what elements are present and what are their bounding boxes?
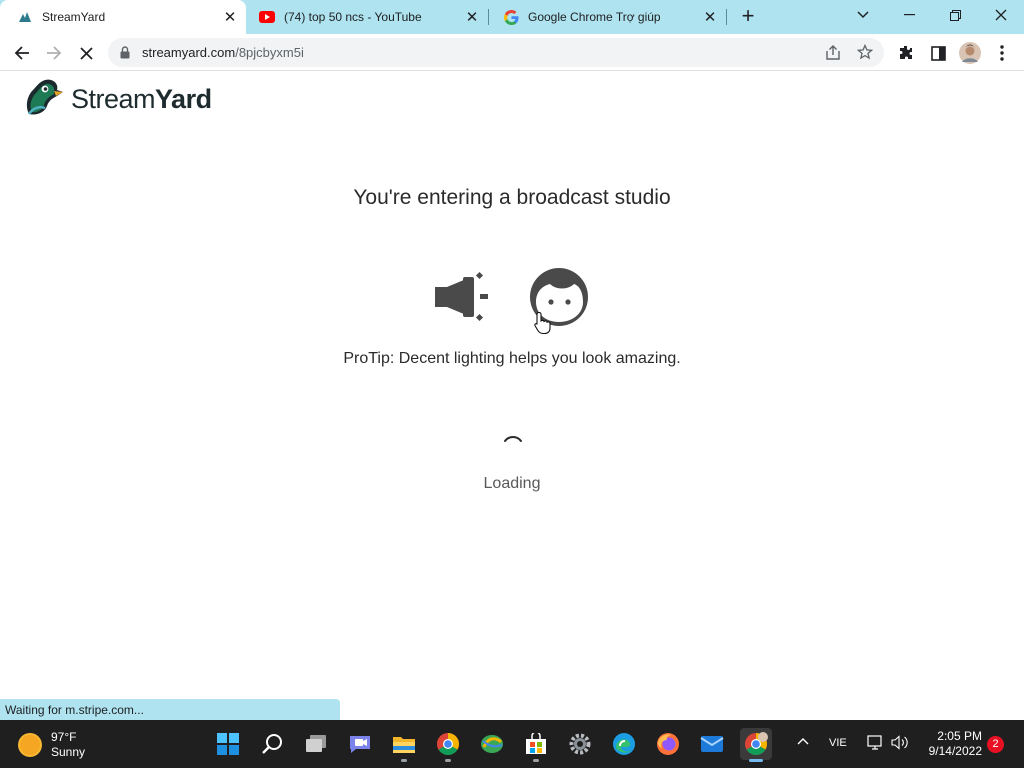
back-icon[interactable] — [9, 40, 35, 66]
input-language[interactable]: VIE — [829, 737, 847, 749]
youtube-icon — [259, 9, 275, 25]
windows-start-icon[interactable] — [212, 728, 244, 760]
weather-temperature: 97°F — [51, 730, 77, 744]
bookmark-star-icon[interactable] — [856, 43, 874, 65]
new-tab-button[interactable]: + — [737, 5, 759, 28]
light-bulb-lamp-icon — [433, 271, 497, 328]
clock-time: 2:05 PM — [937, 729, 982, 743]
file-explorer-icon[interactable] — [388, 728, 420, 762]
weather-widget[interactable]: 97°F Sunny — [20, 730, 85, 760]
duck-logo-icon — [23, 78, 65, 121]
forward-icon[interactable] — [41, 40, 67, 66]
tab-strip: StreamYard ✕ (74) top 50 ncs - YouTube ✕… — [0, 0, 1024, 34]
sunny-weather-icon — [20, 735, 40, 755]
network-icon[interactable] — [867, 735, 884, 753]
streamyard-icon — [17, 9, 33, 25]
chrome-icon[interactable] — [432, 728, 464, 762]
close-tab-icon[interactable]: ✕ — [221, 8, 239, 26]
menu-kebab-icon[interactable] — [989, 40, 1015, 66]
address-bar[interactable]: streamyard.com/8pjcbyxm5i — [108, 38, 884, 67]
google-icon — [503, 9, 519, 25]
streamyard-logo[interactable]: StreamYard — [23, 78, 212, 121]
close-window-icon[interactable] — [978, 0, 1024, 30]
tab-streamyard[interactable]: StreamYard ✕ — [0, 0, 246, 34]
search-icon[interactable] — [256, 728, 288, 760]
weather-description: Sunny — [51, 745, 86, 759]
logo-text: StreamYard — [71, 83, 212, 114]
taskbar-clock[interactable]: 2:05 PM 9/14/2022 — [918, 729, 982, 759]
tab-chrome-help[interactable]: Google Chrome Trợ giúp ✕ — [486, 0, 726, 34]
tab-separator — [726, 9, 727, 25]
tab-youtube[interactable]: (74) top 50 ncs - YouTube ✕ — [242, 0, 488, 34]
hand-cursor-icon — [533, 311, 553, 340]
settings-icon[interactable] — [564, 728, 596, 760]
close-tab-icon[interactable]: ✕ — [463, 8, 481, 26]
teams-chat-icon[interactable] — [344, 728, 376, 760]
mail-icon[interactable] — [696, 728, 728, 760]
tab-title: StreamYard — [42, 10, 106, 24]
tip-illustration — [433, 266, 593, 328]
side-panel-icon[interactable] — [925, 40, 951, 66]
windows-taskbar: 97°F Sunny VIE 2:05 PM 9/14/2022 — [0, 720, 1024, 768]
loading-label: Loading — [483, 475, 541, 492]
minimize-icon[interactable] — [886, 0, 932, 30]
profile-avatar[interactable] — [957, 40, 983, 66]
share-icon[interactable] — [825, 45, 841, 65]
tab-title: (74) top 50 ncs - YouTube — [284, 10, 422, 24]
edge-icon[interactable] — [608, 728, 640, 760]
page-heading: You're entering a broadcast studio — [353, 186, 671, 209]
lock-icon[interactable] — [120, 46, 130, 64]
tray-chevron-up-icon[interactable] — [797, 734, 809, 748]
status-bubble: Waiting for m.stripe.com... — [0, 699, 340, 720]
restore-icon[interactable] — [932, 0, 978, 30]
loading-spinner-icon — [502, 435, 524, 457]
notification-badge[interactable]: 2 — [987, 736, 1004, 753]
clock-date: 9/14/2022 — [928, 744, 982, 758]
browser-toolbar: streamyard.com/8pjcbyxm5i — [0, 34, 1024, 71]
microsoft-store-icon[interactable] — [520, 728, 552, 762]
protip-text: ProTip: Decent lighting helps you look a… — [343, 350, 681, 367]
tab-title: Google Chrome Trợ giúp — [528, 10, 661, 24]
stop-loading-icon[interactable] — [73, 40, 99, 66]
firefox-icon[interactable] — [652, 728, 684, 760]
tab-search-icon[interactable] — [840, 0, 886, 30]
app-icon[interactable] — [476, 728, 508, 760]
extensions-icon[interactable] — [893, 40, 919, 66]
chrome-profile-icon[interactable] — [740, 728, 772, 762]
task-view-icon[interactable] — [300, 728, 332, 760]
volume-icon[interactable] — [891, 735, 909, 753]
close-tab-icon[interactable]: ✕ — [701, 8, 719, 26]
url-text[interactable]: streamyard.com/8pjcbyxm5i — [142, 45, 304, 60]
